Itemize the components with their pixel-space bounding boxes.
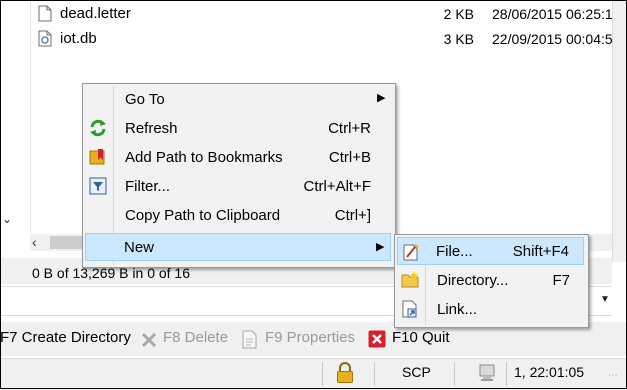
new-submenu: File... Shift+F4 Directory... F7 Link... [394,234,589,328]
new-folder-icon [401,271,419,288]
submenu-item-new-file[interactable]: File... Shift+F4 [397,237,584,265]
menu-item-label: Filter... [125,178,171,195]
menu-item-refresh[interactable]: Refresh Ctrl+R [85,114,391,142]
menu-item-label: New [124,239,155,256]
dropdown-arrow-icon[interactable]: ▼ [600,294,610,305]
submenu-arrow-icon: ▶ [377,92,386,104]
file-size: 2 KB [443,6,474,22]
menu-item-label: Add Path to Bookmarks [125,149,283,166]
status-separator [454,362,455,386]
vertical-scrollbar[interactable] [612,0,627,262]
chevron-down-icon[interactable]: ⌄ [2,212,12,226]
menu-item-shortcut: Shift+F4 [512,243,569,260]
menu-item-label: File... [436,243,473,260]
network-icon [479,364,495,381]
menu-item-shortcut: Ctrl+B [328,149,371,166]
bookmark-icon [89,149,105,165]
status-separator [506,362,507,386]
file-name: iot.db [60,30,97,47]
quit-button[interactable]: F10 Quit [392,329,450,346]
menu-item-label: Link... [437,301,478,318]
file-date: 28/06/2015 06:25:1 [492,6,613,22]
file-size: 3 KB [443,31,474,47]
context-menu: Go To ▶ Refresh Ctrl+R Add Path to Bookm… [82,83,396,268]
menu-item-label: Directory... [437,272,509,289]
link-icon [402,300,417,318]
file-row[interactable]: iot.db 3 KB 22/09/2015 00:04:5 [0,28,613,50]
protocol-label: SCP [402,364,431,380]
menu-item-go-to[interactable]: Go To ▶ [85,85,391,113]
submenu-arrow-icon: ▶ [376,241,385,253]
menu-item-filter[interactable]: Filter... Ctrl+Alt+F [85,172,391,200]
file-name: dead.letter [60,5,131,22]
menu-item-shortcut: F7 [552,272,570,289]
database-file-icon [38,30,52,47]
filter-icon [89,177,107,195]
menu-item-add-bookmark[interactable]: Add Path to Bookmarks Ctrl+B [85,143,391,171]
menu-item-new[interactable]: New ▶ [85,233,391,261]
file-date: 22/09/2015 00:04:5 [492,31,613,47]
submenu-item-new-directory[interactable]: Directory... F7 [397,266,584,294]
session-time: 1, 22:01:05 [514,364,585,380]
menu-item-copy-path[interactable]: Copy Path to Clipboard Ctrl+] [85,201,391,229]
submenu-item-new-link[interactable]: Link... [397,295,584,323]
delete-button[interactable]: F8 Delete [163,329,228,346]
properties-icon [242,330,257,349]
lock-icon [337,362,353,383]
resize-grip-icon[interactable]: ⋯ [608,370,618,381]
scroll-left-icon[interactable]: ‹ [32,234,37,250]
menu-item-label: Copy Path to Clipboard [125,207,281,224]
new-file-icon [403,244,419,261]
file-row[interactable]: dead.letter 2 KB 28/06/2015 06:25:1 [0,3,613,25]
delete-icon [141,332,157,348]
status-separator [374,362,375,386]
menu-item-label: Refresh [125,120,178,137]
quit-icon [368,330,386,348]
menu-item-label: Go To [125,91,165,108]
menu-item-shortcut: Ctrl+Alt+F [303,178,371,195]
properties-button[interactable]: F9 Properties [265,329,355,346]
create-directory-button[interactable]: F7 Create Directory [0,329,131,346]
refresh-icon [90,119,106,137]
menu-item-shortcut: Ctrl+] [334,207,371,224]
text-file-icon [38,5,52,22]
status-separator [322,362,323,386]
menu-item-shortcut: Ctrl+R [328,120,371,137]
